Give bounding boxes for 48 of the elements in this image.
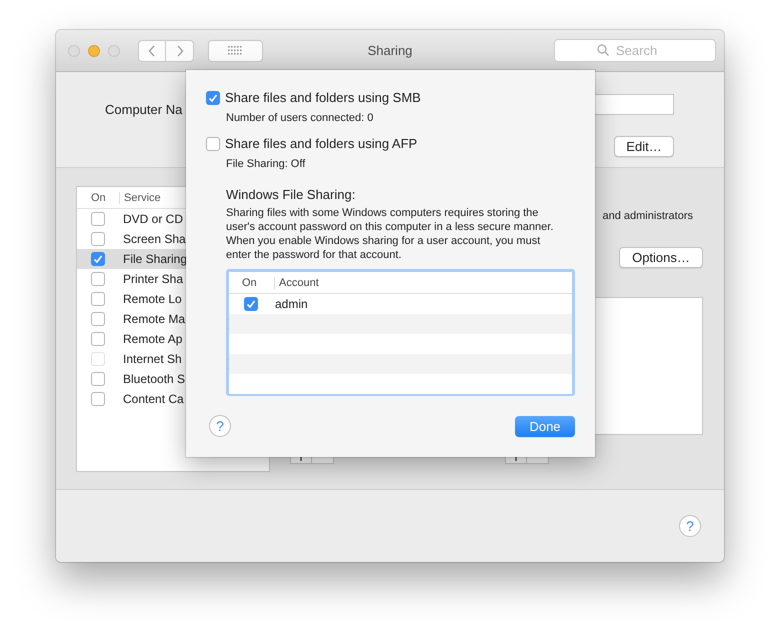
status-text: Number of users connected: 0 [226, 112, 374, 124]
column-header: On [90, 192, 107, 204]
checkbox[interactable] [91, 212, 105, 226]
checkbox[interactable] [206, 90, 220, 104]
column-header: Service [119, 192, 161, 204]
checkbox[interactable] [91, 272, 105, 286]
checkbox[interactable] [91, 232, 105, 246]
field-label: Computer Na [105, 102, 182, 118]
edit-button[interactable]: Edit… [614, 136, 674, 156]
options-button[interactable]: Options… [619, 247, 703, 268]
service-name: DVD or CD [123, 212, 184, 226]
service-name: Screen Sha [123, 232, 186, 246]
search-field[interactable]: Search [554, 39, 716, 62]
status-text: File Sharing: Off [226, 158, 306, 170]
zoom-icon[interactable] [108, 44, 120, 56]
checkbox[interactable] [91, 252, 105, 266]
chevron-right-icon [176, 44, 184, 56]
service-name: Remote Lo [123, 292, 182, 306]
checkbox[interactable] [91, 372, 105, 386]
service-name: Printer Sha [123, 272, 184, 286]
search-icon [597, 44, 609, 56]
service-name: Bluetooth S [123, 372, 186, 386]
window-title: Sharing [368, 43, 412, 58]
checkbox[interactable] [244, 297, 258, 311]
back-button[interactable] [138, 40, 166, 62]
checkbox[interactable] [91, 292, 105, 306]
column-header: Account [274, 276, 319, 288]
show-all-button[interactable] [208, 40, 263, 62]
checkbox[interactable] [91, 312, 105, 326]
column-header: On [241, 276, 258, 288]
service-name: Remote Ma [123, 312, 186, 326]
option-label: Share files and folders using AFP [225, 136, 418, 151]
section-heading: Windows File Sharing: [226, 187, 356, 202]
forward-button[interactable] [166, 40, 194, 62]
close-icon[interactable] [68, 44, 80, 56]
service-name: Internet Sh [123, 352, 182, 366]
service-name: Remote Ap [123, 332, 182, 346]
access-text: and administrators [602, 210, 693, 222]
checkbox[interactable] [206, 136, 220, 150]
service-name: Content Ca [123, 392, 184, 406]
checkbox[interactable] [91, 392, 105, 406]
option-label: Share files and folders using SMB [225, 90, 421, 105]
chevron-left-icon [148, 44, 156, 56]
service-name: File Sharing [123, 252, 188, 266]
checkbox[interactable] [91, 332, 105, 346]
minimize-icon[interactable] [88, 44, 100, 56]
grid-icon [228, 46, 243, 55]
account-name: admin [275, 297, 308, 311]
